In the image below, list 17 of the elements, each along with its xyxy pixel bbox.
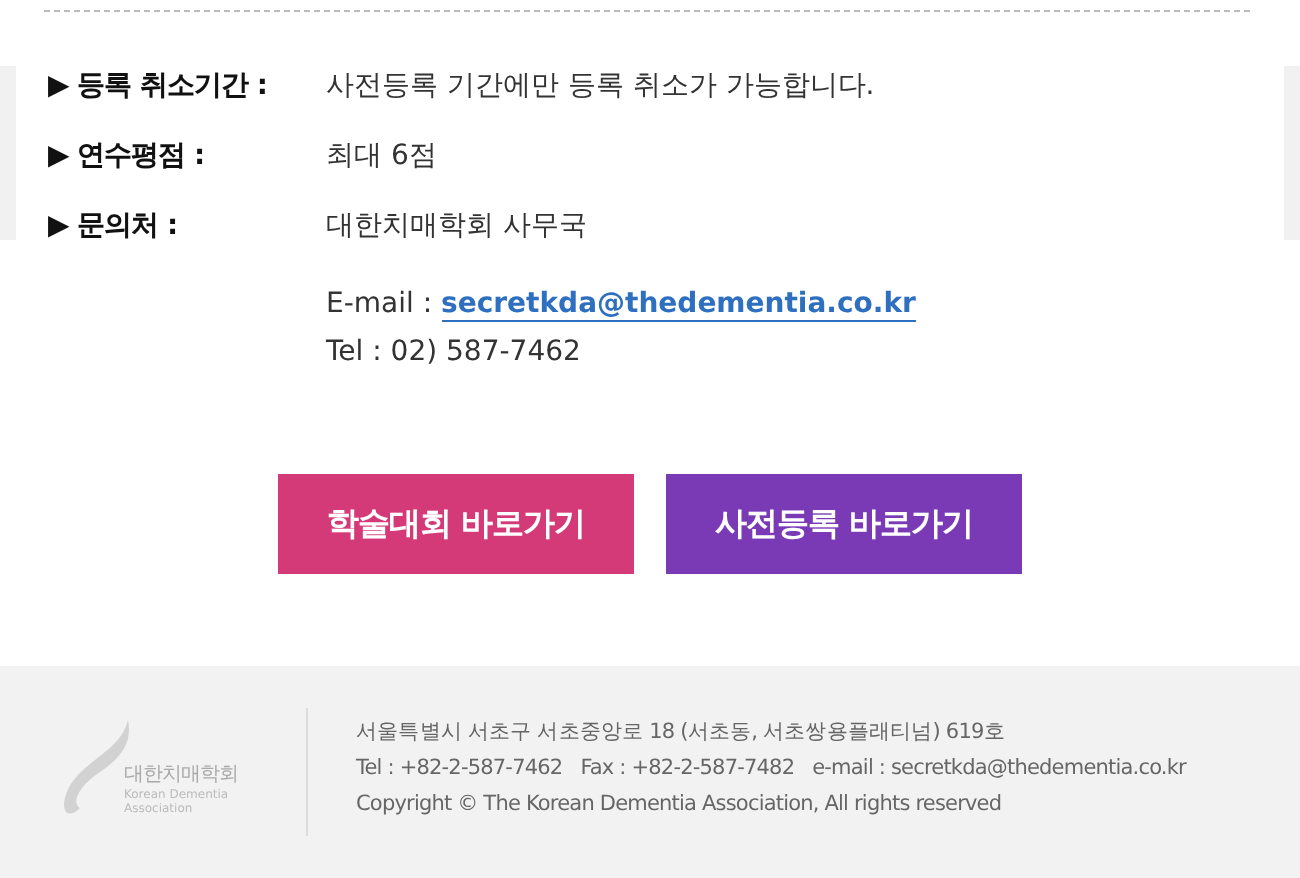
email-label: E-mail : [326, 288, 435, 320]
field-label: ▶ 등록 취소기간 : [48, 68, 269, 104]
copyright-text: Copyright © The Korean Dementia Association, All rights reserved [356, 790, 1004, 820]
link-button[interactable]: 사전등록 바로가기 [666, 474, 1022, 574]
field-label: ▶ 연수평점 : [48, 138, 207, 174]
field-value: 대한치매학회 사무국 [326, 208, 587, 244]
field-value: 사전등록 기간에만 등록 취소가 가능합니다. [326, 68, 875, 104]
field-label: ▶ 문의처 : [48, 208, 180, 244]
email-link[interactable]: secretkda@thedementia.co.kr [441, 288, 916, 322]
contact-text: e-mail : secretkda@thedementia.co.kr [812, 754, 1186, 784]
phone-text: Tel : 02) 587-7462 [326, 334, 583, 372]
contact-text: Fax : +82-2-587-7482 [580, 754, 795, 784]
field-value: 최대 6점 [326, 138, 437, 174]
logo-name: 대한치매학회 [124, 762, 238, 788]
contact-text: Tel : +82-2-587-7462 [356, 754, 563, 784]
link-button[interactable]: 학술대회 바로가기 [278, 474, 634, 574]
address-text: 서울특별시 서초구 서초중앙로 18 (서초동, 서초쌍용플래티넘) 619호 [356, 718, 1007, 748]
